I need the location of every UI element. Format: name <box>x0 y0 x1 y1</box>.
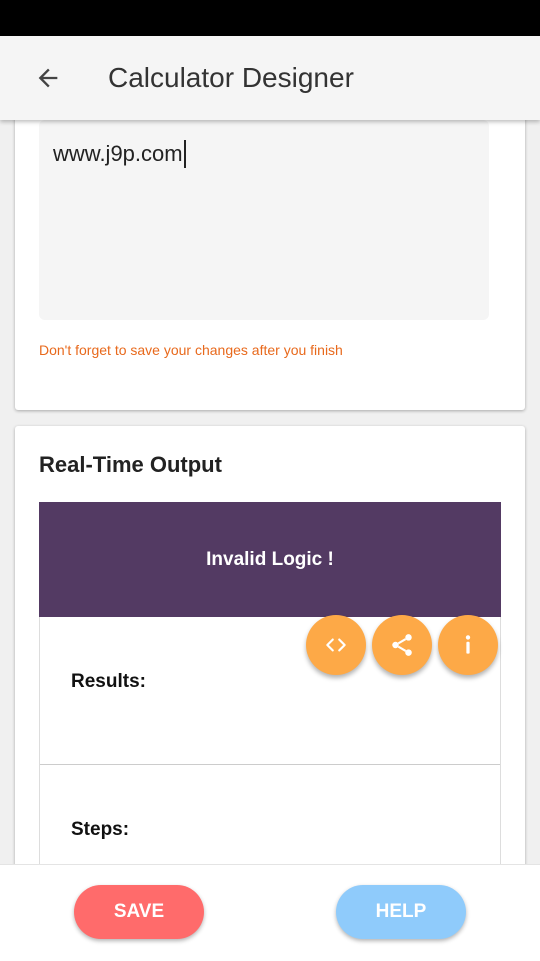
scroll-content[interactable]: www.j9p.com Don't forget to save your ch… <box>0 120 540 864</box>
bottom-action-bar: SAVE HELP <box>0 864 540 961</box>
output-title: Real-Time Output <box>39 452 222 477</box>
result-body: Results: Steps: <box>39 617 501 864</box>
page-title: Calculator Designer <box>108 62 354 93</box>
editor-text: www.j9p.com <box>53 140 186 168</box>
code-button[interactable] <box>306 615 366 675</box>
app-bar: Calculator Designer <box>0 36 540 120</box>
save-reminder-hint: Don't forget to save your changes after … <box>39 342 343 358</box>
arrow-back-icon <box>38 68 58 88</box>
share-icon <box>392 634 412 656</box>
result-header: Invalid Logic ! <box>39 502 501 617</box>
editor-card: www.j9p.com Don't forget to save your ch… <box>15 120 525 410</box>
steps-label: Steps: <box>71 819 130 840</box>
help-button[interactable]: HELP <box>336 885 466 939</box>
divider <box>40 764 500 765</box>
info-button[interactable] <box>438 615 498 675</box>
logic-editor-input[interactable]: www.j9p.com <box>39 120 489 320</box>
result-status: Invalid Logic ! <box>206 548 334 570</box>
share-button[interactable] <box>372 615 432 675</box>
status-bar <box>0 0 540 36</box>
save-button[interactable]: SAVE <box>74 885 204 939</box>
code-icon <box>326 638 346 652</box>
results-label: Results: <box>71 671 146 692</box>
back-button[interactable] <box>24 54 72 102</box>
info-icon <box>465 635 471 654</box>
